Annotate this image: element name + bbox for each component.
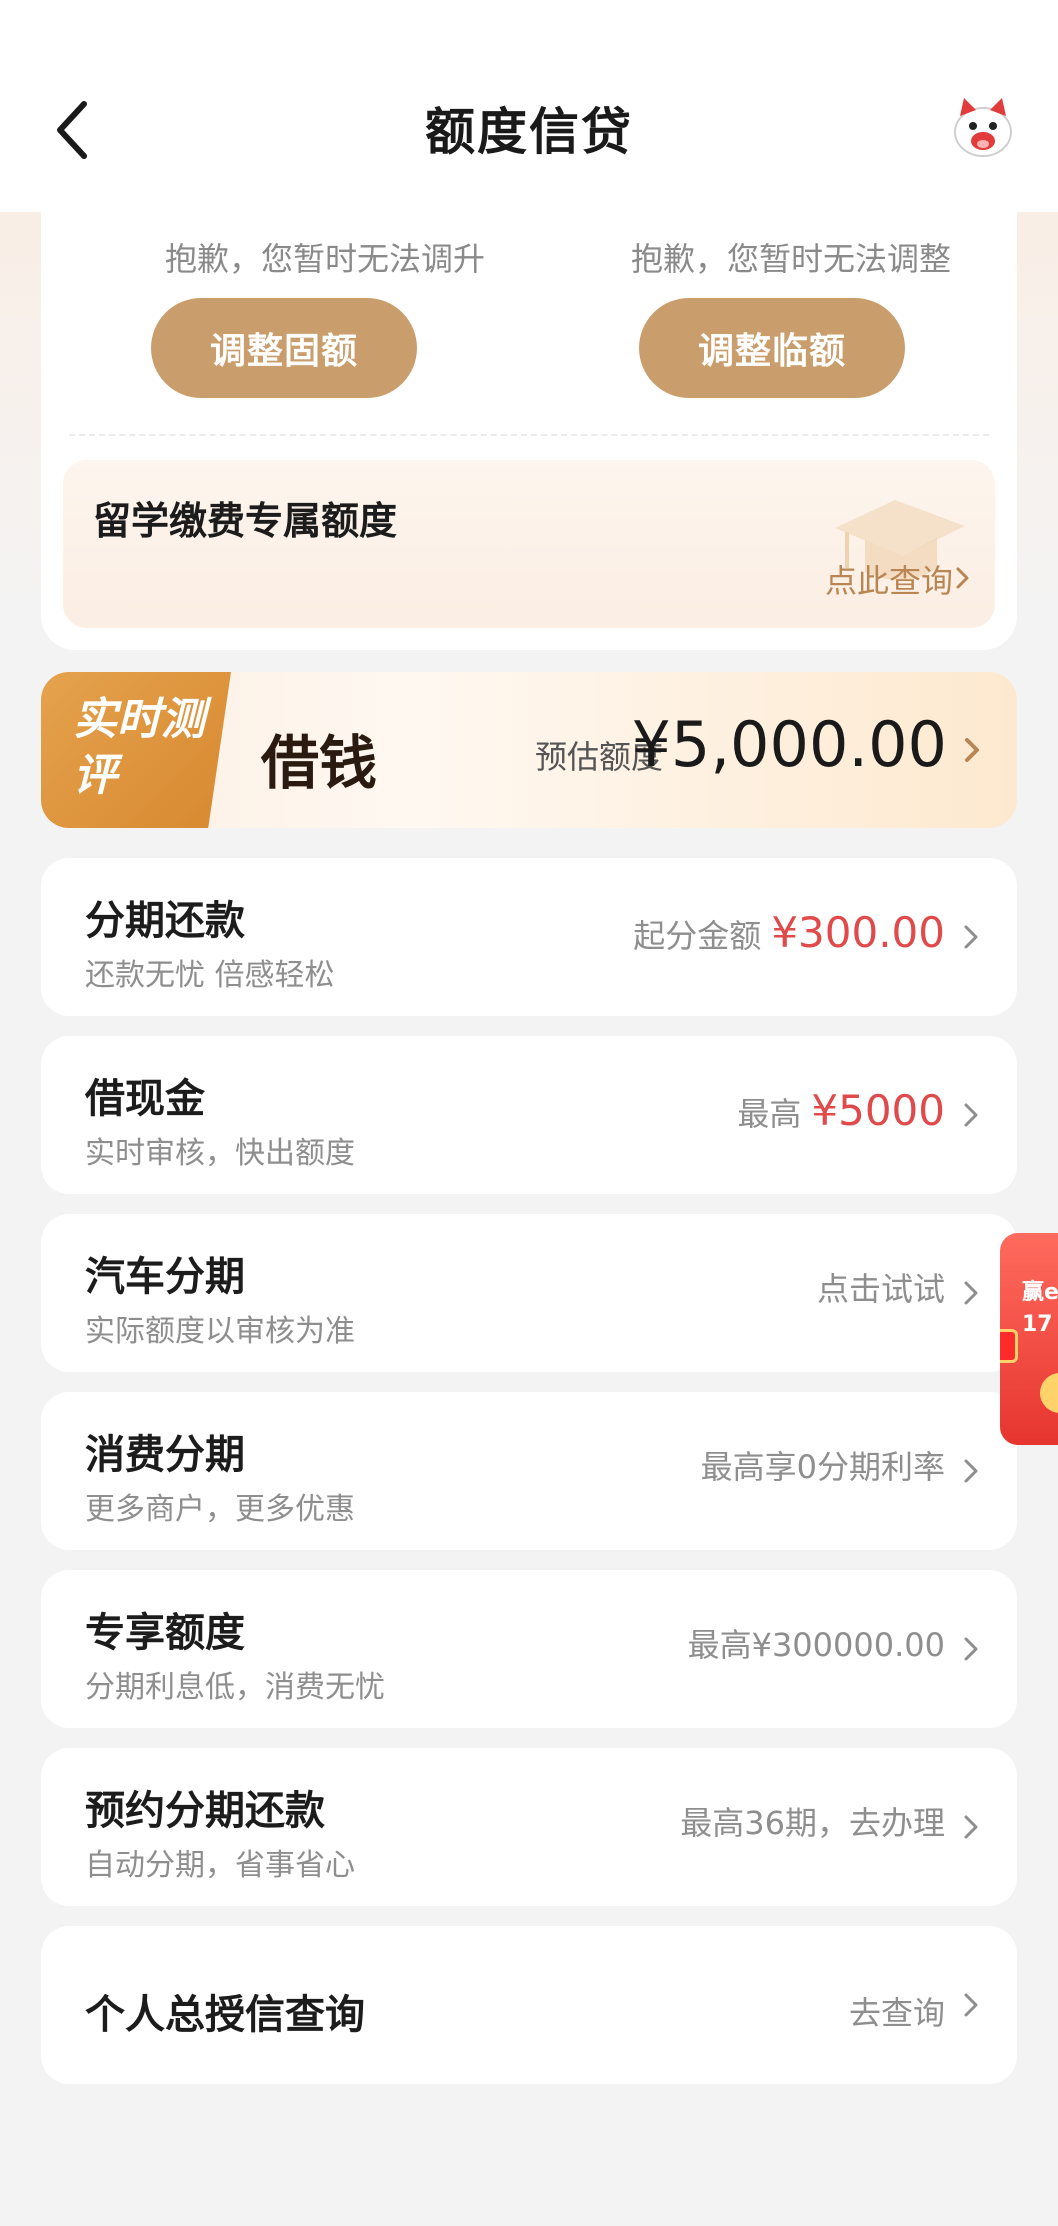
- row-value: 起分金额 ¥300.00: [633, 908, 945, 957]
- chevron-right-icon: [964, 1459, 978, 1483]
- credit-query-row[interactable]: 个人总授信查询 去查询: [41, 1926, 1017, 2084]
- row-value-label: 最高¥300000.00: [687, 1626, 945, 1664]
- adjust-temp-quota-button[interactable]: 调整临额: [639, 298, 905, 398]
- adjust-fixed-quota-button[interactable]: 调整固额: [151, 298, 417, 398]
- row-subtitle: 实时审核，快出额度: [85, 1136, 355, 1171]
- row-value: 最高¥300000.00: [688, 1620, 945, 1666]
- row-title: 汽车分期: [85, 1254, 245, 1300]
- borrow-cash-row[interactable]: 借现金 实时审核，快出额度 最高 ¥5000: [41, 1036, 1017, 1194]
- row-value: 最高36期，去办理: [680, 1798, 945, 1844]
- row-title: 消费分期: [85, 1432, 245, 1478]
- row-subtitle: 还款无忧 倍感轻松: [85, 958, 335, 993]
- chevron-right-icon: [956, 567, 969, 589]
- row-value-label: 去查询: [848, 1994, 945, 2032]
- scheduled-installment-row[interactable]: 预约分期还款 自动分期，省事省心 最高36期，去办理: [41, 1748, 1017, 1906]
- row-subtitle: 实际额度以审核为准: [85, 1314, 355, 1349]
- study-abroad-title: 留学缴费专属额度: [93, 499, 398, 543]
- chevron-right-icon: [964, 1637, 978, 1661]
- study-query-link[interactable]: 点此查询: [825, 556, 953, 602]
- mascot-button[interactable]: [948, 96, 1018, 160]
- row-value-label: 最高: [737, 1095, 802, 1133]
- row-value-amount: ¥5000: [811, 1086, 945, 1135]
- borrow-money-banner[interactable]: 实时测评 借钱 预估额度 ¥5,000.00: [41, 672, 1017, 828]
- chevron-right-icon: [964, 1103, 978, 1127]
- temp-quota-hint: 抱歉，您暂时无法调整: [630, 240, 951, 278]
- car-installment-row[interactable]: 汽车分期 实际额度以审核为准 点击试试: [41, 1214, 1017, 1372]
- row-title: 借现金: [85, 1076, 205, 1122]
- exclusive-quota-row[interactable]: 专享额度 分期利息低，消费无忧 最高¥300000.00: [41, 1570, 1017, 1728]
- gift-icon: [1000, 1329, 1018, 1363]
- row-value-label: 点击试试: [816, 1270, 945, 1308]
- chevron-right-icon: [964, 1815, 978, 1839]
- row-value: 最高 ¥5000: [737, 1086, 945, 1135]
- estimate-amount: ¥5,000.00: [631, 708, 947, 781]
- chevron-right-icon: [964, 925, 978, 949]
- chevron-right-icon: [964, 1281, 978, 1305]
- row-value: 点击试试: [817, 1264, 945, 1310]
- row-title: 专享额度: [85, 1610, 245, 1656]
- row-subtitle: 分期利息低，消费无忧: [85, 1670, 385, 1705]
- cat-mascot-icon: [954, 98, 1012, 157]
- row-title: 预约分期还款: [85, 1788, 325, 1834]
- row-title: 分期还款: [85, 898, 245, 944]
- row-value-amount: ¥300.00: [771, 908, 945, 957]
- row-value-label: 最高36期，去办理: [680, 1804, 945, 1842]
- consumer-installment-row[interactable]: 消费分期 更多商户，更多优惠 最高享0分期利率: [41, 1392, 1017, 1550]
- fixed-quota-hint: 抱歉，您暂时无法调升: [164, 240, 485, 278]
- quota-adjust-card: 抱歉，您暂时无法调升 抱歉，您暂时无法调整 调整固额 调整临额 留学缴费专属额度…: [41, 150, 1017, 650]
- row-value: 最高享0分期利率: [701, 1442, 945, 1488]
- row-value-label: 起分金额: [633, 917, 762, 955]
- study-abroad-quota-card[interactable]: 留学缴费专属额度 点此查询: [63, 460, 995, 628]
- page-title: 额度信贷: [425, 103, 633, 161]
- chevron-right-icon: [965, 738, 979, 762]
- coin-icon: [1040, 1373, 1058, 1413]
- row-subtitle: 更多商户，更多优惠: [85, 1492, 355, 1527]
- floating-promo-badge[interactable]: 赢e 17: [1000, 1233, 1058, 1445]
- realtime-eval-label: 实时测评: [73, 694, 205, 801]
- navigation-header: 额度信贷: [0, 0, 1058, 212]
- row-title: 个人总授信查询: [85, 1992, 365, 2038]
- row-value: 去查询: [849, 1988, 945, 2034]
- chevron-right-icon: [964, 1993, 978, 2017]
- promo-text: 赢e 17: [1022, 1280, 1058, 1337]
- installment-repay-row[interactable]: 分期还款 还款无忧 倍感轻松 起分金额 ¥300.00: [41, 858, 1017, 1016]
- divider: [69, 434, 989, 436]
- row-value-label: 最高享0分期利率: [700, 1448, 945, 1486]
- borrow-title: 借钱: [261, 729, 378, 797]
- row-subtitle: 自动分期，省事省心: [85, 1848, 355, 1883]
